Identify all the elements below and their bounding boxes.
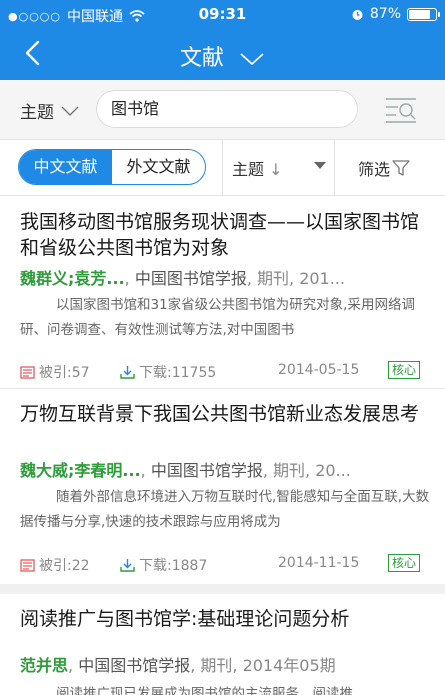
article-year: 201... — [299, 269, 345, 288]
app-header: ●○○○○ 中国联通 09:31 87% 文献 — [0, 0, 445, 80]
article-type: 期刊 — [257, 269, 290, 288]
sort-direction-icon: ↓ — [269, 160, 283, 179]
article-authors[interactable]: 范并思 — [20, 656, 68, 675]
article-year: 20... — [315, 461, 351, 480]
article-year: 2014年05期 — [242, 656, 336, 675]
article-journal: 中国图书馆学报 — [150, 461, 263, 480]
citation-icon — [20, 365, 35, 379]
battery-icon — [407, 7, 440, 21]
cited-count: 被引:22 — [20, 555, 90, 575]
core-journal-badge: 核心 — [388, 361, 421, 379]
cited-count: 被引:57 — [20, 362, 90, 382]
battery-percent: 87% — [369, 6, 401, 22]
article-meta: 魏群义;袁芳..., 中国图书馆学报, 期刊, 201... — [20, 269, 345, 288]
core-journal-badge: 核心 — [388, 554, 421, 572]
article-journal: 中国图书馆学报 — [78, 656, 191, 675]
search-input[interactable]: 图书馆 — [96, 90, 358, 128]
filter-button[interactable]: 筛选 — [358, 156, 410, 180]
divider — [222, 140, 223, 196]
status-bar: ●○○○○ 中国联通 09:31 87% — [0, 0, 445, 30]
publish-date: 2014-05-15 — [278, 362, 360, 378]
language-segmented-control: 中文文献 外文文献 — [18, 149, 206, 185]
article-abstract: 阅读推广现已发展成为图书馆的主流服务，阅读推 — [56, 686, 353, 695]
citation-icon — [20, 558, 35, 572]
download-count: 下载:11755 — [120, 362, 216, 382]
list-item[interactable]: 万物互联背景下我国公共图书馆新业态发展思考 魏大威;李春明..., 中国图书馆学… — [0, 389, 445, 584]
article-type: 期刊 — [273, 461, 306, 480]
tab-chinese-literature[interactable]: 中文文献 — [19, 150, 112, 184]
alarm-icon — [352, 9, 363, 20]
article-meta: 范并思, 中国图书馆学报, 期刊, 2014年05期 — [20, 656, 336, 675]
download-count: 下载:1887 — [120, 555, 207, 575]
funnel-icon — [392, 160, 410, 176]
article-title[interactable]: 阅读推广与图书馆学:基础理论问题分析 — [20, 606, 425, 632]
article-stats: 被引:22 下载:1887 2014-11-15 核心 — [20, 554, 431, 577]
publish-date: 2014-11-15 — [278, 555, 360, 571]
download-icon — [120, 559, 135, 572]
filter-tabs: 中文文献 外文文献 主题 ↓ 筛选 — [0, 140, 445, 196]
article-abstract: 以国家图书馆和31家省级公共图书馆为研究对象,采用网络调研、问卷调查、有效性测试… — [20, 297, 415, 338]
section-divider — [0, 584, 445, 594]
article-authors[interactable]: 魏大威;李春明... — [20, 461, 141, 480]
sort-button[interactable]: 主题 ↓ — [232, 156, 283, 180]
page-title[interactable]: 文献 — [0, 40, 445, 72]
divider — [334, 140, 335, 196]
article-stats: 被引:57 下载:11755 2014-05-15 核心 — [20, 361, 431, 384]
dropdown-triangle-icon[interactable] — [314, 162, 326, 169]
download-icon — [120, 366, 135, 379]
tab-foreign-literature[interactable]: 外文文献 — [112, 150, 205, 184]
article-title[interactable]: 我国移动图书馆服务现状调查——以国家图书馆和省级公共图书馆为对象 — [20, 209, 425, 261]
list-item[interactable]: 阅读推广与图书馆学:基础理论问题分析 范并思, 中国图书馆学报, 期刊, 201… — [0, 594, 445, 695]
article-journal: 中国图书馆学报 — [134, 269, 247, 288]
list-item[interactable]: 我国移动图书馆服务现状调查——以国家图书馆和省级公共图书馆为对象 魏群义;袁芳.… — [0, 197, 445, 386]
article-authors[interactable]: 魏群义;袁芳... — [20, 269, 125, 288]
article-title[interactable]: 万物互联背景下我国公共图书馆新业态发展思考 — [20, 401, 425, 427]
chevron-down-icon — [61, 106, 79, 116]
search-field-selector[interactable]: 主题 — [20, 98, 80, 123]
article-abstract: 随着外部信息环境进入万物互联时代,智能感知与全面互联,大数据传播与分享,快速的技… — [20, 489, 430, 530]
search-bar: 主题 图书馆 — [0, 80, 445, 140]
chevron-down-icon — [240, 53, 264, 66]
article-meta: 魏大威;李春明..., 中国图书馆学报, 期刊, 20... — [20, 461, 351, 480]
article-type: 期刊 — [200, 656, 233, 675]
search-list-icon[interactable] — [384, 96, 418, 124]
